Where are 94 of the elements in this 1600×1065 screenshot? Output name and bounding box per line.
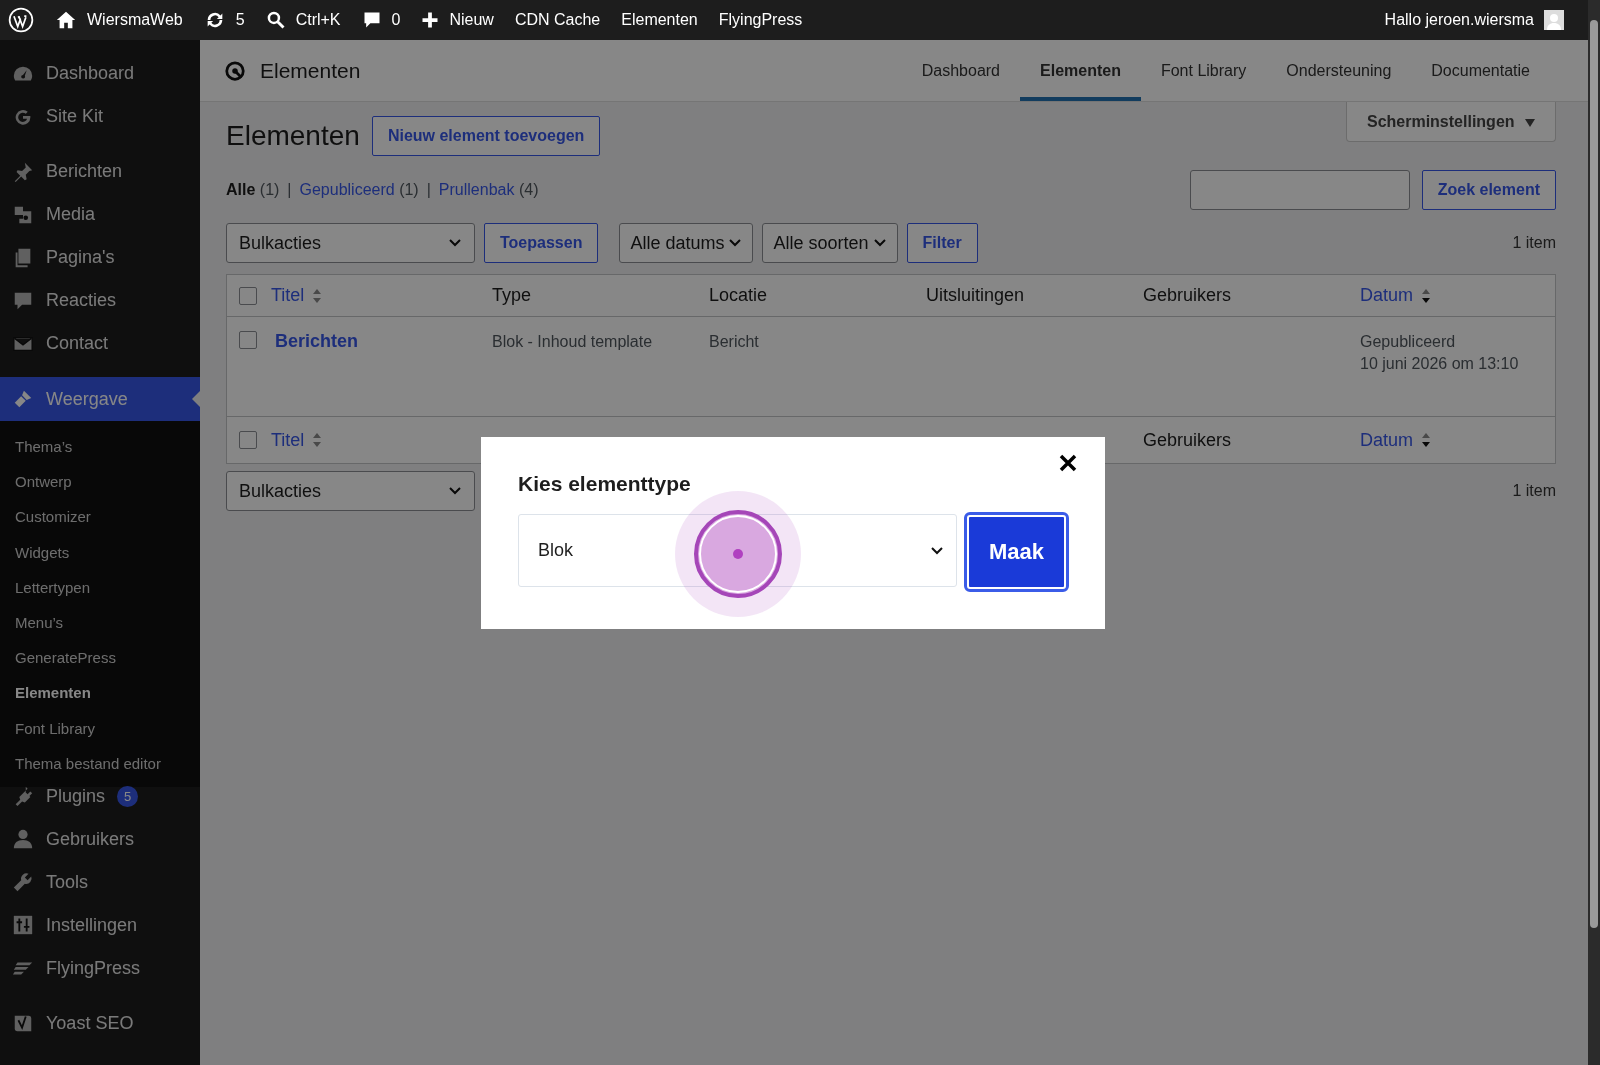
toolbar-link[interactable]: 0 [391, 11, 401, 29]
page-title: Elementen [226, 120, 360, 152]
column-header[interactable]: Datum [1360, 285, 1431, 306]
toolbar-link[interactable]: Nieuw [449, 11, 494, 29]
submenu-item[interactable]: Ontwerp [0, 464, 200, 500]
modal-title: Kies elementtype [518, 472, 692, 496]
menu-item[interactable]: Dashboard [0, 52, 200, 95]
header-tab[interactable]: Documentatie [1411, 40, 1550, 101]
logo-icon [224, 59, 246, 82]
item-count: 1 item [1512, 234, 1556, 252]
checkbox[interactable] [239, 286, 257, 305]
scrollbar[interactable] [1588, 0, 1600, 1065]
date-text: 10 juni 2026 om 13:10 [1360, 355, 1520, 373]
screen-options-button[interactable]: Scherminstellingen [1345, 102, 1556, 142]
header-tab[interactable]: Elementen [1020, 40, 1141, 101]
bulk-actions-dropdown[interactable]: Bulkacties [226, 223, 475, 263]
status-text: Gepubliceerd [1360, 333, 1457, 351]
submenu-item[interactable]: Elementen [0, 675, 200, 711]
apply-button[interactable]: Toepassen [484, 223, 599, 263]
column-header: Type [492, 285, 532, 306]
status-filter-link[interactable]: Alle (1) [226, 181, 280, 199]
menu-item[interactable]: Site Kit [0, 95, 200, 138]
menu-item[interactable]: Pagina's [0, 236, 200, 279]
toolbar-link[interactable]: 5 [235, 11, 245, 29]
pushpin-icon [12, 160, 34, 183]
column-header: Gebruikers [1143, 429, 1232, 451]
type-filter-dropdown[interactable]: Alle soorten [762, 223, 898, 263]
toolbar-link[interactable]: WiersmaWeb [87, 11, 183, 29]
wordpress-logo-icon[interactable] [8, 7, 34, 33]
submenu-item[interactable]: Font Library [0, 710, 200, 746]
status-filter-link[interactable]: Gepubliceerd (1) [299, 181, 419, 199]
avatar-icon[interactable] [1544, 10, 1564, 30]
user-greeting[interactable]: Hallo jeroen.wiersma [1384, 11, 1534, 29]
add-new-button[interactable]: Nieuw element toevoegen [371, 116, 601, 156]
menu-item[interactable]: FlyingPress [0, 946, 200, 990]
chevron-down-icon [930, 545, 944, 556]
submenu-item[interactable]: GeneratePress [0, 640, 200, 676]
table-cell-text: Bericht [709, 332, 759, 351]
wrench-icon [12, 871, 34, 894]
toolbar-link[interactable]: Ctrl+K [295, 11, 341, 29]
chevron-down-icon [872, 238, 887, 248]
submenu-item[interactable]: Thema’s [0, 429, 200, 465]
header-tab[interactable]: Dashboard [901, 40, 1020, 101]
search-icon [265, 10, 286, 30]
create-button[interactable]: Maak [967, 515, 1066, 589]
sliders-icon [12, 914, 34, 937]
chevron-down-icon [448, 238, 462, 248]
bulk-actions-dropdown[interactable]: Bulkacties [226, 471, 475, 511]
table-cell-text: Blok - Inhoud template [492, 332, 653, 351]
element-title-link[interactable]: Berichten [275, 331, 359, 352]
checkbox[interactable] [239, 331, 257, 349]
submenu-item[interactable]: Menu’s [0, 604, 200, 641]
submenu-item[interactable]: Customizer [0, 499, 200, 535]
checkbox[interactable] [239, 431, 257, 449]
chevron-down-icon [728, 238, 743, 248]
menu-item[interactable]: Media [0, 193, 200, 236]
caret-icon [1525, 118, 1535, 127]
submenu-item[interactable]: Lettertypen [0, 569, 200, 605]
menu-item[interactable]: Reacties [0, 279, 200, 322]
person-icon [12, 828, 34, 851]
date-filter-dropdown[interactable]: Alle datums [619, 223, 754, 263]
menu-item[interactable]: Weergave [0, 377, 200, 421]
count-badge: 5 [117, 785, 139, 807]
plus-icon [421, 11, 440, 29]
item-count: 1 item [1512, 482, 1556, 500]
toolbar-link[interactable]: Elementen [621, 11, 698, 29]
chevron-down-icon [448, 486, 462, 496]
close-icon[interactable] [1058, 453, 1078, 473]
column-header: Locatie [709, 285, 768, 306]
menu-item[interactable]: Instellingen [0, 903, 200, 947]
column-header: Gebruikers [1143, 285, 1232, 306]
house-icon [55, 9, 77, 31]
plugin-title: Elementen [260, 58, 361, 83]
search-field[interactable] [1189, 170, 1410, 210]
header-tab[interactable]: Font Library [1140, 40, 1267, 101]
toolbar-link[interactable]: FlyingPress [718, 11, 803, 29]
search-button[interactable]: Zoek element [1421, 170, 1556, 210]
column-header[interactable]: Titel [271, 285, 323, 306]
status-filter-link[interactable]: Prullenbak (4) [438, 181, 539, 199]
column-header: Uitsluitingen [926, 285, 1025, 306]
menu-item[interactable]: Contact [0, 322, 200, 365]
menu-item[interactable]: Yoast SEO [0, 1001, 200, 1045]
submenu-item[interactable]: Widgets [0, 534, 200, 570]
paintbrush-icon [12, 388, 34, 410]
menu-item[interactable]: Tools [0, 860, 200, 904]
menu-item[interactable]: Gebruikers [0, 817, 200, 861]
header-tab[interactable]: Ondersteuning [1266, 40, 1412, 101]
separator: | [287, 181, 292, 199]
toolbar-link[interactable]: CDN Cache [514, 11, 601, 29]
column-header[interactable]: Titel [271, 429, 323, 451]
menu-item[interactable]: Berichten [0, 150, 200, 193]
separator: | [426, 181, 431, 199]
column-header[interactable]: Datum [1360, 429, 1431, 451]
filter-button[interactable]: Filter [906, 223, 978, 263]
